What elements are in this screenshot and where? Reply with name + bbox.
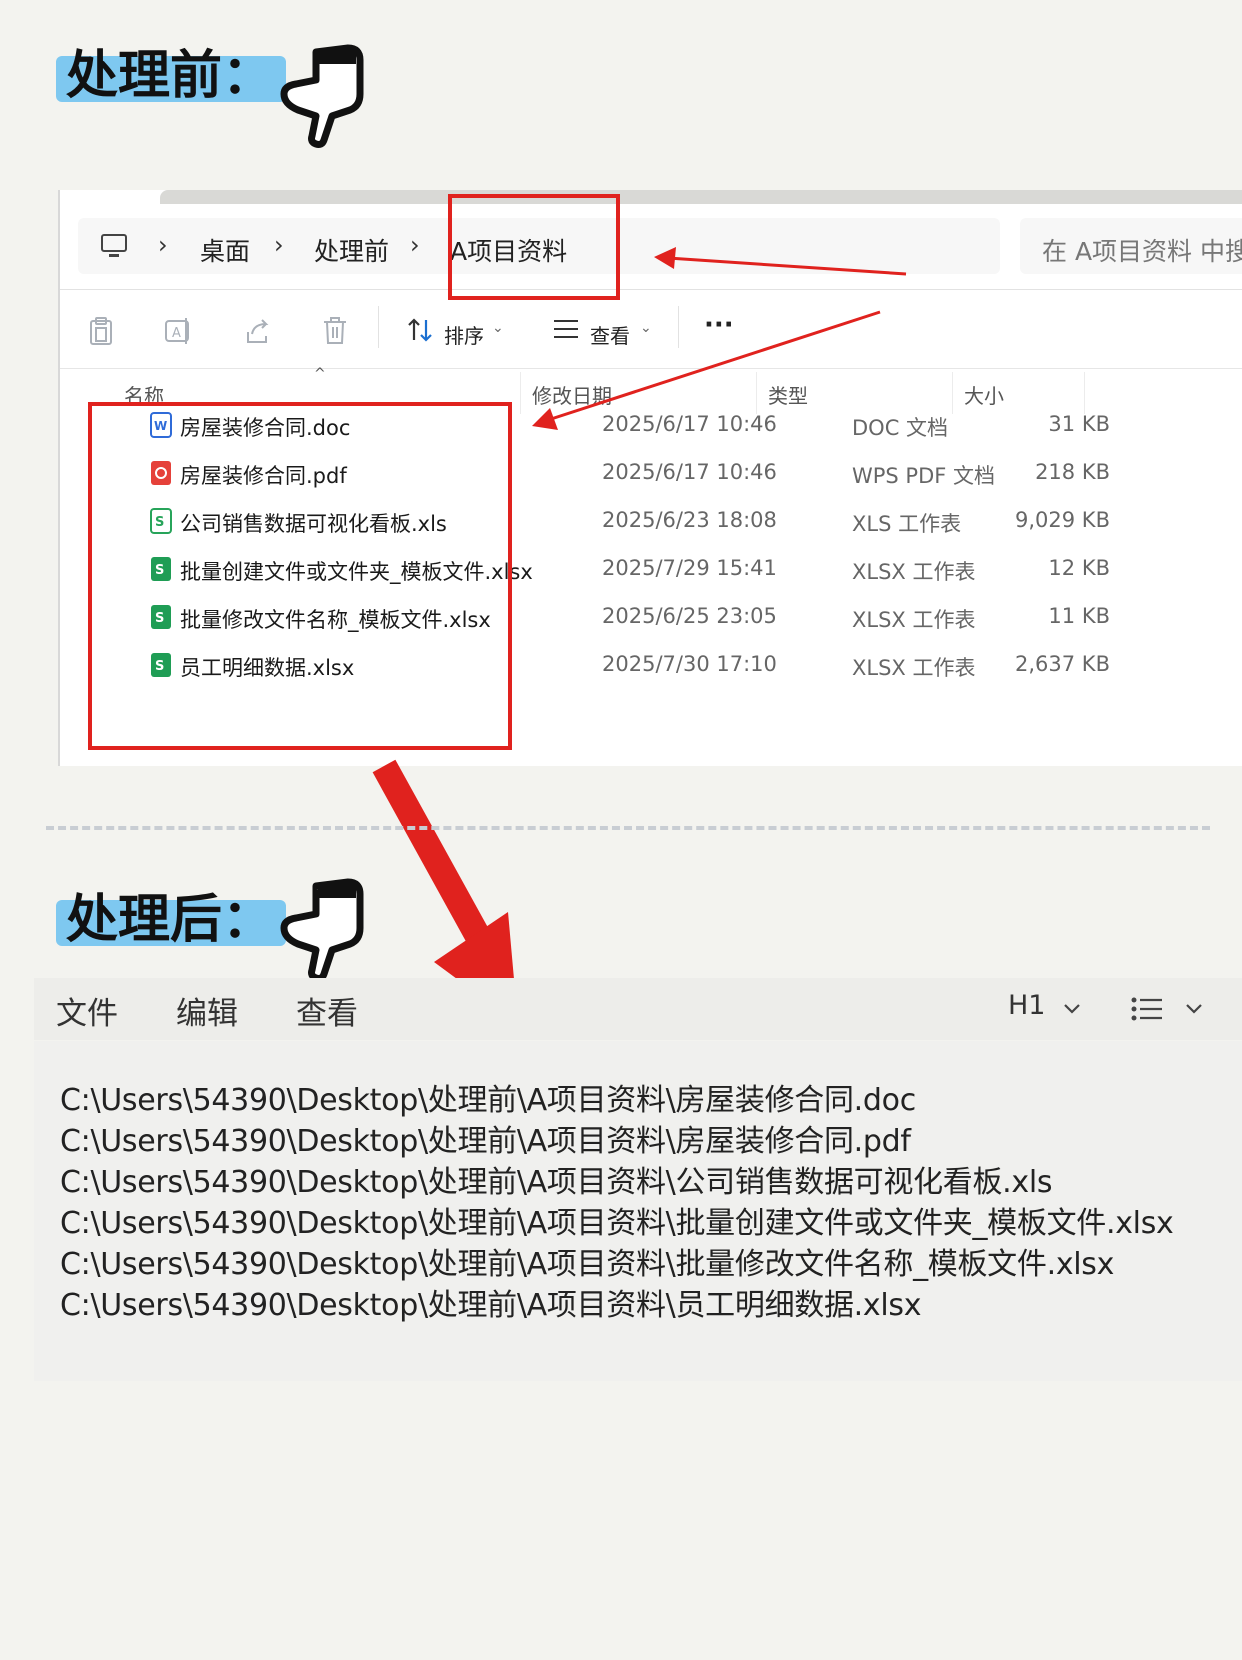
- list-icon[interactable]: [1130, 996, 1164, 1022]
- big-down-arrow: [372, 759, 492, 947]
- menu-edit[interactable]: 编辑: [176, 988, 238, 1033]
- chevron-down-icon[interactable]: [1062, 1002, 1082, 1016]
- path-line: C:\Users\54390\Desktop\处理前\A项目资料\批量修改文件名…: [60, 1247, 1115, 1282]
- arrow-head-icon: [654, 247, 676, 269]
- arrow-to-files: [547, 310, 881, 422]
- menu-view[interactable]: 查看: [296, 988, 358, 1033]
- after-heading-text: 处理后：: [66, 890, 275, 950]
- menu-file[interactable]: 文件: [56, 988, 118, 1033]
- editor-menu-bar: 文件 编辑 查看 H1: [34, 978, 1242, 1040]
- editor-text-area[interactable]: C:\Users\54390\Desktop\处理前\A项目资料\房屋装修合同.…: [34, 1041, 1242, 1381]
- section-divider: [46, 826, 1210, 830]
- pointing-hand-icon: [280, 878, 364, 982]
- path-line: C:\Users\54390\Desktop\处理前\A项目资料\批量创建文件或…: [60, 1206, 1174, 1241]
- chevron-down-icon[interactable]: [1184, 1002, 1204, 1016]
- heading-level-select[interactable]: H1: [1008, 990, 1045, 1021]
- arrow-to-folder: [667, 256, 907, 276]
- path-line: C:\Users\54390\Desktop\处理前\A项目资料\公司销售数据可…: [60, 1165, 1053, 1200]
- path-line: C:\Users\54390\Desktop\处理前\A项目资料\员工明细数据.…: [60, 1288, 922, 1323]
- annotation-arrows: [372, 247, 907, 1024]
- path-line: C:\Users\54390\Desktop\处理前\A项目资料\房屋装修合同.…: [60, 1124, 911, 1159]
- path-line: C:\Users\54390\Desktop\处理前\A项目资料\房屋装修合同.…: [60, 1083, 916, 1118]
